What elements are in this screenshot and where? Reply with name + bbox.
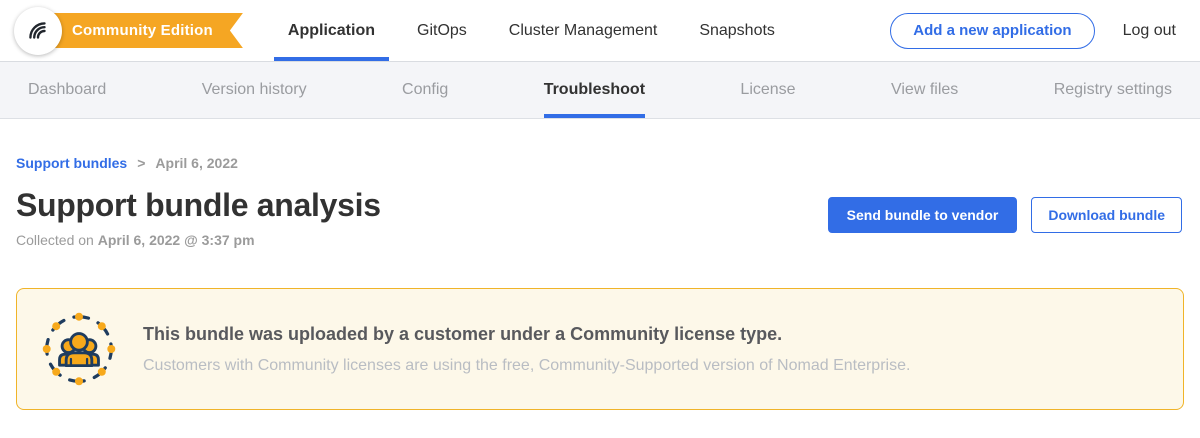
title-block: Support bundle analysis Collected on Apr…: [16, 187, 381, 248]
nav-item-snapshots[interactable]: Snapshots: [685, 0, 789, 61]
page-title: Support bundle analysis: [16, 187, 381, 224]
community-people-icon: [41, 311, 117, 387]
community-license-banner: This bundle was uploaded by a customer u…: [16, 288, 1184, 410]
community-edition-badge: Community Edition: [46, 13, 243, 48]
subnav-item-version-history[interactable]: Version history: [202, 62, 307, 118]
top-header: Community Edition Application GitOps Clu…: [0, 0, 1200, 62]
app-subnav: Dashboard Version history Config Trouble…: [0, 62, 1200, 119]
replicated-logo-icon[interactable]: [14, 7, 62, 55]
subnav-item-view-files[interactable]: View files: [891, 62, 958, 118]
main-content: Support bundles > April 6, 2022 Support …: [0, 155, 1200, 410]
breadcrumb-separator: >: [137, 155, 145, 171]
breadcrumb: Support bundles > April 6, 2022: [16, 155, 1184, 171]
subnav-item-registry-settings[interactable]: Registry settings: [1054, 62, 1172, 118]
nav-item-gitops[interactable]: GitOps: [403, 0, 481, 61]
subnav-item-config[interactable]: Config: [402, 62, 448, 118]
brand: Community Edition: [14, 0, 243, 61]
logout-link[interactable]: Log out: [1123, 22, 1176, 40]
header-right: Add a new application Log out: [890, 0, 1200, 61]
title-row: Support bundle analysis Collected on Apr…: [16, 187, 1184, 248]
banner-heading: This bundle was uploaded by a customer u…: [143, 324, 910, 345]
nav-item-application[interactable]: Application: [274, 0, 389, 61]
banner-body: Customers with Community licenses are us…: [143, 357, 910, 375]
send-bundle-to-vendor-button[interactable]: Send bundle to vendor: [828, 197, 1018, 233]
breadcrumb-support-bundles-link[interactable]: Support bundles: [16, 155, 127, 171]
subnav-item-license[interactable]: License: [740, 62, 795, 118]
banner-text: This bundle was uploaded by a customer u…: [143, 324, 910, 375]
collected-date: April 6, 2022 @ 3:37 pm: [98, 232, 255, 248]
nav-item-cluster-management[interactable]: Cluster Management: [495, 0, 672, 61]
subnav-item-dashboard[interactable]: Dashboard: [28, 62, 106, 118]
add-new-application-button[interactable]: Add a new application: [890, 13, 1094, 49]
bundle-actions: Send bundle to vendor Download bundle: [828, 187, 1184, 233]
subnav-item-troubleshoot[interactable]: Troubleshoot: [544, 62, 645, 118]
top-nav: Application GitOps Cluster Management Sn…: [267, 0, 796, 61]
collected-prefix: Collected on: [16, 232, 98, 248]
breadcrumb-current: April 6, 2022: [155, 155, 238, 171]
collected-timestamp: Collected on April 6, 2022 @ 3:37 pm: [16, 232, 381, 248]
download-bundle-button[interactable]: Download bundle: [1031, 197, 1182, 233]
